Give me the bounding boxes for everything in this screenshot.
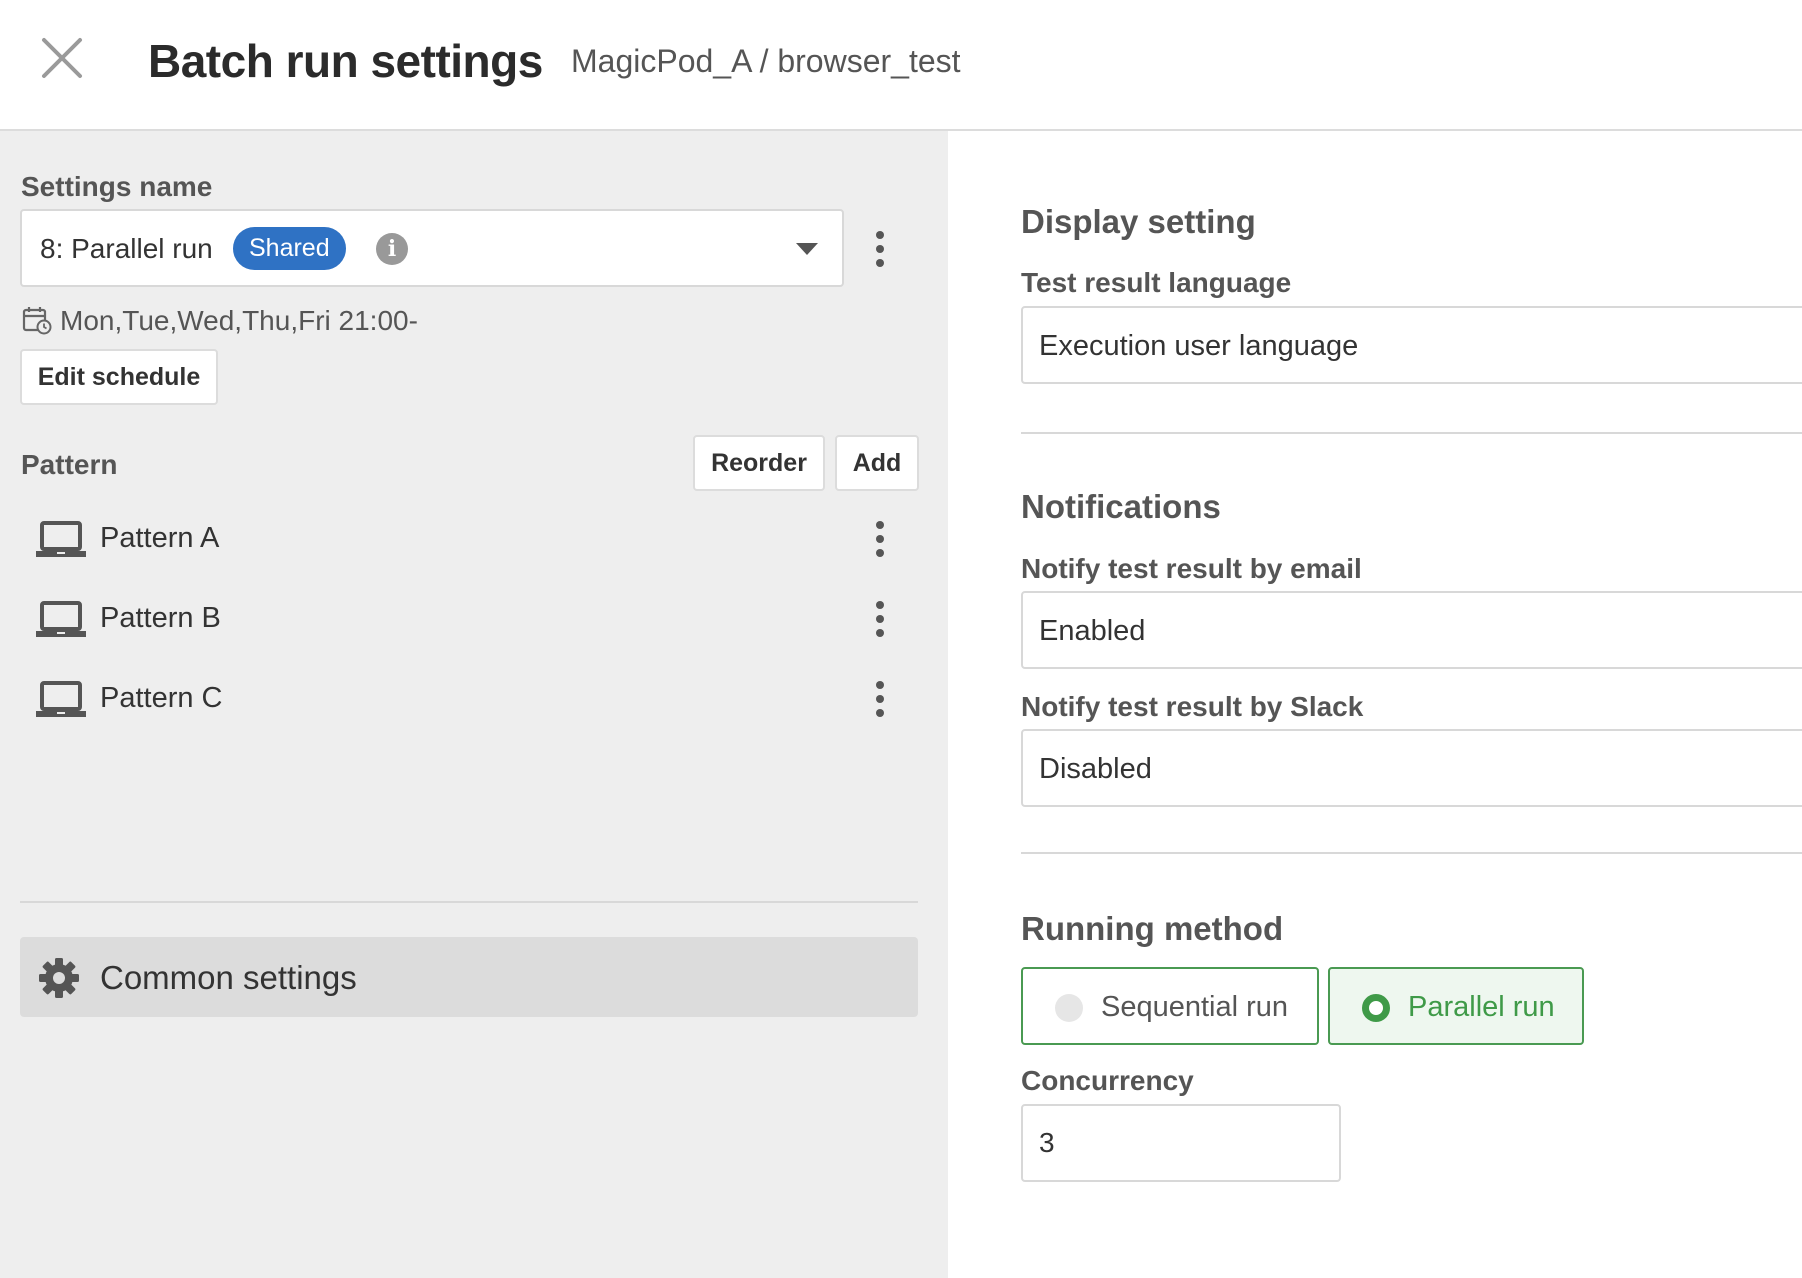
pattern-name: Pattern B bbox=[100, 602, 221, 634]
pattern-list-item[interactable]: Pattern B bbox=[20, 584, 918, 654]
reorder-button[interactable]: Reorder bbox=[693, 435, 825, 491]
divider bbox=[20, 901, 918, 903]
pattern-more-menu-icon[interactable] bbox=[865, 517, 895, 561]
common-settings-item[interactable]: Common settings bbox=[20, 937, 918, 1017]
page-title: Batch run settings bbox=[148, 35, 543, 87]
notify-slack-label: Notify test result by Slack bbox=[1021, 691, 1364, 722]
close-icon bbox=[42, 38, 82, 78]
pattern-more-menu-icon[interactable] bbox=[865, 677, 895, 721]
info-icon[interactable]: i bbox=[376, 233, 408, 265]
parallel-run-label: Parallel run bbox=[1408, 991, 1555, 1023]
test-result-language-select[interactable]: Execution user language bbox=[1021, 306, 1802, 384]
parallel-run-radio[interactable]: Parallel run bbox=[1328, 967, 1584, 1045]
radio-unchecked-icon bbox=[1055, 994, 1083, 1022]
running-method-title: Running method bbox=[1021, 910, 1284, 947]
laptop-icon bbox=[36, 521, 86, 557]
pattern-name: Pattern C bbox=[100, 682, 223, 714]
divider bbox=[1021, 852, 1802, 854]
settings-name-label: Settings name bbox=[21, 171, 213, 202]
edit-schedule-button[interactable]: Edit schedule bbox=[20, 349, 218, 405]
notify-slack-select[interactable]: Disabled bbox=[1021, 729, 1802, 807]
notify-email-label: Notify test result by email bbox=[1021, 553, 1362, 584]
sequential-run-radio[interactable]: Sequential run bbox=[1021, 967, 1319, 1045]
gear-icon bbox=[39, 958, 79, 998]
breadcrumb: MagicPod_A / browser_test bbox=[571, 43, 961, 79]
concurrency-label: Concurrency bbox=[1021, 1065, 1194, 1096]
test-result-language-label: Test result language bbox=[1021, 267, 1292, 298]
pattern-list-item[interactable]: Pattern A bbox=[20, 504, 918, 574]
notify-email-value: Enabled bbox=[1039, 615, 1146, 647]
laptop-icon bbox=[36, 681, 86, 717]
test-result-language-value: Execution user language bbox=[1039, 330, 1359, 362]
settings-more-menu-icon[interactable] bbox=[865, 227, 895, 271]
chevron-down-icon bbox=[796, 243, 818, 255]
notify-slack-value: Disabled bbox=[1039, 753, 1152, 785]
left-panel: Settings name 8: Parallel run Shared i M… bbox=[0, 131, 948, 1278]
pattern-name: Pattern A bbox=[100, 522, 220, 554]
header-bar: Batch run settings MagicPod_A / browser_… bbox=[0, 0, 1802, 131]
close-button[interactable] bbox=[40, 36, 96, 84]
pattern-list-item[interactable]: Pattern C bbox=[20, 664, 918, 734]
pattern-more-menu-icon[interactable] bbox=[865, 597, 895, 641]
calendar-clock-icon bbox=[22, 307, 52, 335]
shared-badge: Shared bbox=[233, 227, 346, 270]
schedule-text: Mon,Tue,Wed,Thu,Fri 21:00- bbox=[60, 305, 418, 336]
display-setting-title: Display setting bbox=[1021, 203, 1256, 240]
laptop-icon bbox=[36, 601, 86, 637]
common-settings-label: Common settings bbox=[100, 959, 357, 996]
divider bbox=[1021, 432, 1802, 434]
pattern-label: Pattern bbox=[21, 449, 118, 480]
add-pattern-button[interactable]: Add bbox=[835, 435, 919, 491]
settings-name-select[interactable]: 8: Parallel run Shared i bbox=[20, 209, 844, 287]
radio-checked-icon bbox=[1362, 994, 1390, 1022]
right-panel: Display setting Test result language Exe… bbox=[948, 131, 1802, 1278]
notify-email-select[interactable]: Enabled bbox=[1021, 591, 1802, 669]
concurrency-input[interactable] bbox=[1021, 1104, 1341, 1182]
selected-setting-name: 8: Parallel run bbox=[40, 233, 213, 264]
notifications-title: Notifications bbox=[1021, 488, 1221, 525]
sequential-run-label: Sequential run bbox=[1101, 991, 1289, 1023]
